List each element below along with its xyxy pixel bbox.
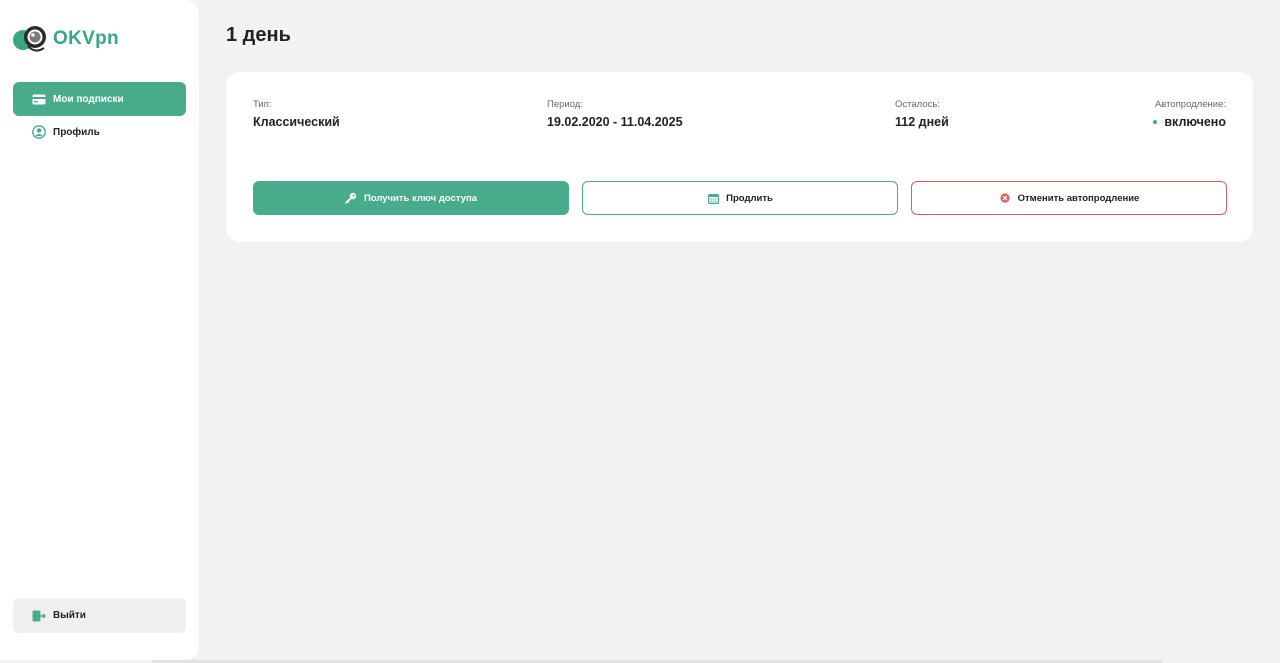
remaining-value: 112 дней	[895, 115, 949, 129]
get-access-key-label: Получить ключ доступа	[363, 192, 478, 204]
cancel-autorenew-label: Отменить автопродление	[1017, 192, 1140, 204]
autorenew-value: включено	[1164, 115, 1226, 129]
calendar-icon	[707, 192, 719, 204]
extend-label: Продлить	[726, 192, 773, 204]
sidebar-item-label: Мои подписки	[53, 93, 124, 105]
logout-icon	[32, 609, 46, 623]
logout-label: Выйти	[53, 610, 86, 621]
logo[interactable]: OKVpn	[11, 24, 119, 54]
autorenew-label: Автопродление:	[1154, 99, 1226, 110]
field-type: Тип: Классический	[253, 99, 340, 129]
card-icon	[32, 92, 46, 106]
sidebar: OKVpn Мои подписки Профиль Выйти	[0, 0, 199, 660]
field-remaining: Осталось: 112 дней	[895, 99, 949, 129]
field-period: Период: 19.02.2020 - 11.04.2025	[547, 99, 683, 129]
user-circle-icon	[32, 125, 46, 139]
remaining-label: Осталось:	[895, 99, 940, 110]
type-value: Классический	[253, 115, 340, 129]
logout-button[interactable]: Выйти	[13, 598, 186, 633]
subscription-card: Тип: Классический Период: 19.02.2020 - 1…	[226, 72, 1253, 242]
sidebar-item-my-subscriptions[interactable]: Мои подписки	[13, 82, 186, 116]
get-access-key-button[interactable]: Получить ключ доступа	[253, 181, 569, 215]
type-label: Тип:	[253, 99, 272, 110]
page-title: 1 день	[226, 24, 291, 46]
logo-text: OKVpn	[53, 28, 119, 49]
period-value: 19.02.2020 - 11.04.2025	[547, 115, 683, 129]
x-circle-icon	[999, 192, 1011, 204]
sidebar-item-profile[interactable]: Профиль	[13, 115, 186, 149]
autorenew-status: включено	[1153, 115, 1226, 129]
status-dot-icon	[1153, 120, 1158, 124]
period-label: Период:	[547, 99, 583, 110]
cancel-autorenew-button[interactable]: Отменить автопродление	[911, 181, 1227, 215]
field-autorenew: Автопродление: включено	[1153, 99, 1226, 129]
key-icon	[345, 192, 357, 204]
extend-button[interactable]: Продлить	[582, 181, 898, 215]
sidebar-item-label: Профиль	[53, 126, 100, 138]
logo-mark-icon	[13, 26, 46, 52]
